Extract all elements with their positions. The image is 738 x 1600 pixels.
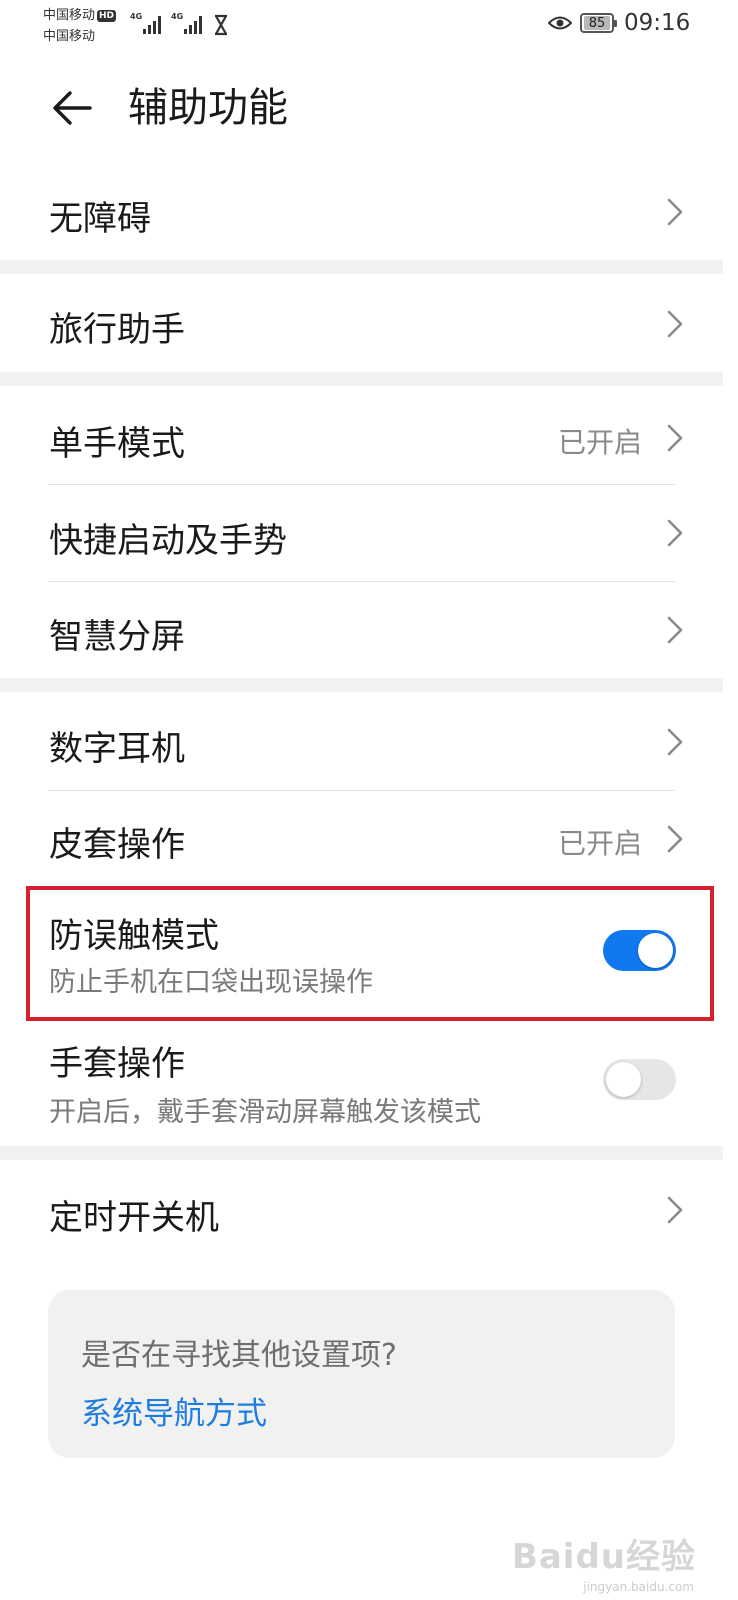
chevron-right-icon [667,728,683,756]
row-shortcuts-gestures-label: 快捷启动及手势 [49,521,287,561]
row-smart-split-label: 智慧分屏 [49,617,185,657]
row-scheduled-power-label: 定时开关机 [49,1198,219,1238]
network-2-label: 4G [171,12,184,21]
section-divider [0,1146,723,1160]
row-glove-mode-subtitle: 开启后，戴手套滑动屏幕触发该模式 [49,1097,481,1128]
chevron-right-icon [667,825,683,853]
row-one-hand-mode[interactable]: 单手模式 已开启 [0,386,738,484]
row-scheduled-power[interactable]: 定时开关机 [0,1160,738,1260]
row-accessibility[interactable]: 无障碍 [0,164,738,260]
row-travel-assistant[interactable]: 旅行助手 [0,274,738,372]
suggestion-card: 是否在寻找其他设置项? 系统导航方式 [48,1290,675,1458]
chevron-right-icon [667,310,683,338]
glove-mode-toggle[interactable] [603,1059,676,1100]
row-accessibility-label: 无障碍 [49,199,151,239]
row-cover-operation[interactable]: 皮套操作 已开启 [0,791,738,885]
chevron-right-icon [667,424,683,452]
chevron-right-icon [667,198,683,226]
chevron-right-icon [667,519,683,547]
row-one-hand-mode-status: 已开启 [557,426,642,459]
carrier-1: 中国移动 HD [43,8,117,24]
carrier-1-label: 中国移动 [43,8,96,23]
section-divider [0,372,723,386]
back-arrow-icon[interactable] [50,86,94,130]
suggestion-question: 是否在寻找其他设置项? [81,1338,397,1373]
row-glove-mode[interactable]: 手套操作 开启后，戴手套滑动屏幕触发该模式 [0,1024,738,1144]
battery-level: 85 [584,16,610,31]
row-one-hand-mode-label: 单手模式 [49,424,185,464]
section-divider [0,678,723,692]
network-1-label: 4G [130,12,143,21]
row-cover-operation-label: 皮套操作 [49,825,185,865]
row-smart-split[interactable]: 智慧分屏 [0,582,738,678]
page-title: 辅助功能 [128,85,288,131]
row-cover-operation-status: 已开启 [557,827,642,860]
row-shortcuts-gestures[interactable]: 快捷启动及手势 [0,485,738,581]
baidu-watermark: Baidu经验 [511,1537,696,1577]
section-divider [0,260,723,274]
chevron-right-icon [667,1196,683,1224]
watermark-url: jingyan.baidu.com [583,1580,694,1594]
system-navigation-link[interactable]: 系统导航方式 [81,1388,267,1433]
highlight-box [26,886,714,1021]
row-digital-earphone[interactable]: 数字耳机 [0,692,738,790]
row-digital-earphone-label: 数字耳机 [49,729,185,769]
carrier-2-label: 中国移动 [43,29,96,44]
hourglass-icon [215,14,227,36]
status-time: 09:16 [624,10,691,36]
toggle-knob [606,1062,641,1097]
chevron-right-icon [667,616,683,644]
status-bar: 中国移动 HD 中国移动 4G 4G 85 09:16 [0,0,738,52]
battery-icon: 85 [580,13,617,33]
row-travel-assistant-label: 旅行助手 [49,310,185,350]
row-glove-mode-label: 手套操作 [49,1044,185,1084]
eye-icon [548,16,572,30]
hd-badge: HD [97,10,117,22]
